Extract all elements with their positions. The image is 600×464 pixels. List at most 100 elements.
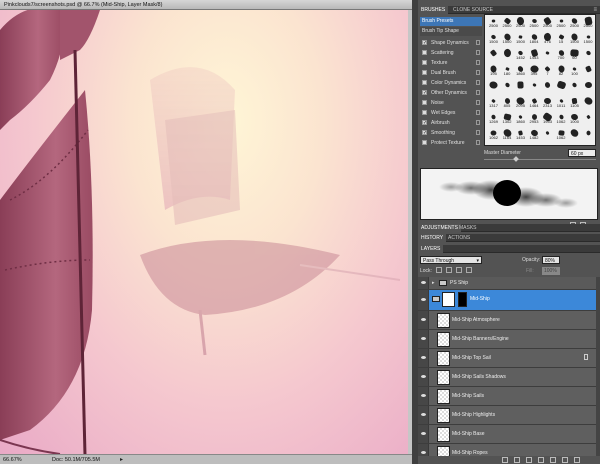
layer-row[interactable]: Mid-Ship Banners/Engine (418, 330, 596, 349)
layers-scrollbar[interactable] (596, 277, 600, 457)
layer-style-icon[interactable] (514, 457, 520, 463)
layer-row[interactable]: Mid-Ship Sails Shadows (418, 368, 596, 387)
brush-option-item[interactable]: Color Dynamics (420, 78, 482, 88)
layer-row[interactable]: Mid-Ship Base (418, 425, 596, 444)
lock-icon[interactable] (476, 40, 480, 45)
brush-preset[interactable]: 2500 (555, 17, 568, 28)
lock-icon[interactable] (476, 110, 480, 115)
brush-preset[interactable] (582, 49, 595, 60)
brush-preset[interactable]: 2500 (487, 17, 500, 28)
tab-adjustments[interactable]: ADJUSTMENTS (418, 224, 461, 232)
visibility-eye-icon[interactable] (418, 290, 429, 310)
brush-preset[interactable] (582, 113, 595, 124)
brush-preset[interactable]: 1500 (487, 33, 500, 44)
brush-option-item[interactable]: ✓ Other Dynamics (420, 88, 482, 98)
brush-preset[interactable]: 1062 (555, 129, 568, 140)
brush-preset[interactable]: 2500 (582, 16, 595, 28)
canvas[interactable] (0, 10, 412, 454)
brush-option-item[interactable]: ✓ Airbrush (420, 118, 482, 128)
brush-preset[interactable]: 1482 (528, 128, 541, 140)
brush-preset[interactable]: 15 (555, 33, 568, 44)
lock-transparent-icon[interactable] (436, 267, 442, 273)
lock-icon[interactable] (476, 130, 480, 135)
brush-preset[interactable] (487, 49, 500, 60)
brush-preset[interactable]: 2500 (514, 16, 527, 28)
brush-preset[interactable] (582, 81, 595, 92)
lock-icon[interactable] (476, 100, 480, 105)
checkbox-icon[interactable] (422, 60, 427, 65)
brush-preset[interactable] (568, 81, 581, 92)
brush-preset-grid[interactable]: 2500 2500 2500 2500 2500 2500 2500 2500 1500 1500… (484, 14, 596, 146)
lock-icon[interactable] (476, 90, 480, 95)
brush-preset[interactable]: 476 (541, 32, 554, 44)
add-mask-icon[interactable] (526, 457, 532, 463)
lock-icon[interactable] (476, 50, 480, 55)
layer-thumbnail[interactable] (437, 370, 450, 385)
visibility-eye-icon[interactable] (418, 425, 429, 443)
layer-thumbnail[interactable] (437, 389, 450, 404)
new-layer-icon[interactable] (562, 457, 568, 463)
brush-preset[interactable]: 1860 (514, 113, 527, 124)
layer-thumbnail[interactable] (437, 427, 450, 442)
layer-thumbnail[interactable] (437, 313, 450, 328)
brush-preset[interactable]: 100 (568, 65, 581, 76)
brush-preset[interactable] (582, 129, 595, 140)
brush-preset[interactable]: 1062 (487, 129, 500, 140)
brush-preset[interactable]: 7 (541, 65, 554, 76)
delete-layer-icon[interactable] (574, 457, 580, 463)
brush-preset[interactable]: 1105 (568, 97, 581, 108)
brush-preset[interactable] (541, 129, 554, 140)
tab-actions[interactable]: ACTIONS (445, 234, 473, 242)
master-diameter-input[interactable]: 60 px (568, 149, 596, 157)
layer-row[interactable]: Mid-Ship Highlights (418, 406, 596, 425)
visibility-eye-icon[interactable] (418, 311, 429, 329)
checkbox-icon[interactable]: ✓ (422, 90, 427, 96)
brush-preset[interactable]: 1500 (514, 33, 527, 44)
brush-preset[interactable]: 1500 (582, 33, 595, 44)
visibility-eye-icon[interactable] (418, 387, 429, 405)
layer-mask-thumbnail[interactable] (458, 292, 467, 307)
brush-preset[interactable]: 1452 (514, 49, 527, 60)
brush-preset[interactable]: 1164 (501, 127, 514, 140)
layer-row[interactable]: Mid-Ship Atmosphere (418, 311, 596, 330)
checkbox-icon[interactable] (422, 50, 427, 55)
brush-preset[interactable]: 2953 (528, 113, 541, 124)
brush-preset[interactable]: 2500 (541, 16, 554, 28)
brush-option-item[interactable]: ✓ Smoothing (420, 128, 482, 138)
checkbox-icon[interactable] (422, 110, 427, 115)
brush-preset[interactable] (555, 80, 568, 92)
lock-image-icon[interactable] (446, 267, 452, 273)
brush-preset[interactable]: 805 (501, 97, 514, 108)
visibility-eye-icon[interactable] (418, 368, 429, 386)
brush-preset[interactable]: 1453 (528, 48, 541, 60)
brush-preset[interactable]: 2095 (514, 96, 527, 108)
brush-option-item[interactable]: Noise (420, 98, 482, 108)
brush-preset[interactable]: 180 (501, 65, 514, 76)
tab-clone-source[interactable]: CLONE SOURCE (450, 6, 496, 14)
visibility-eye-icon[interactable] (418, 330, 429, 348)
visibility-eye-icon[interactable] (418, 406, 429, 424)
zoom-level[interactable]: 66.67% (3, 457, 22, 463)
opacity-input[interactable]: 80% (542, 256, 560, 264)
brush-preset[interactable]: 1804 (528, 33, 541, 44)
lock-all-icon[interactable] (466, 267, 472, 273)
brush-preset[interactable]: 1464 (528, 97, 541, 108)
brush-preset[interactable]: 1062 (555, 113, 568, 124)
brush-preset[interactable]: 1953 (541, 111, 554, 124)
checkbox-icon[interactable]: ✓ (422, 130, 427, 136)
fill-input[interactable]: 100% (542, 267, 560, 275)
brush-preset[interactable]: 1860 (514, 65, 527, 76)
brush-option-item[interactable]: Texture (420, 58, 482, 68)
adjustment-layer-icon[interactable] (538, 457, 544, 463)
brush-option-item[interactable]: Dual Brush (420, 68, 482, 78)
blend-mode-select[interactable]: Pass Through (420, 256, 482, 265)
slider-thumb-icon[interactable] (513, 156, 519, 162)
brush-preset[interactable]: 2500 (568, 17, 581, 28)
brush-preset[interactable] (501, 81, 514, 92)
layer-thumbnail[interactable] (437, 351, 450, 366)
master-diameter-slider[interactable] (484, 159, 596, 160)
layer-row[interactable]: Mid-Ship Sails (418, 387, 596, 406)
lock-icon[interactable] (476, 60, 480, 65)
brush-preset[interactable] (568, 127, 581, 140)
brush-preset[interactable]: 1317 (487, 97, 500, 108)
